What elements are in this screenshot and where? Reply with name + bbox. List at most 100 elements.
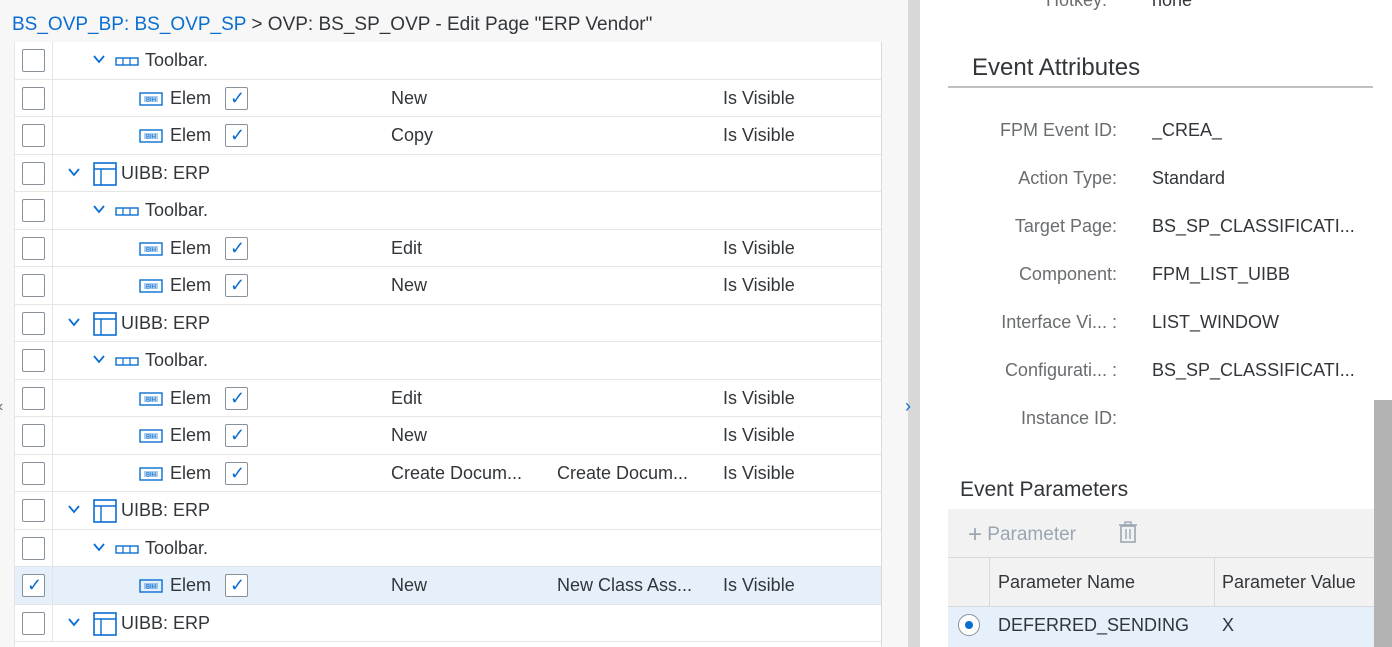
row-select-cell (15, 379, 53, 416)
row-select-cell (15, 604, 53, 641)
tree-row-toolbar[interactable]: Toolbar. (15, 192, 881, 230)
row-checkbox[interactable] (22, 386, 45, 410)
row-checkbox[interactable]: ✓ (22, 574, 45, 597)
left-panel: BS_OVP_BP: BS_OVP_SP > OVP: BS_SP_OVP - … (0, 0, 908, 647)
row-radio-button[interactable] (958, 614, 980, 636)
enabled-checkbox[interactable]: ✓ (225, 424, 248, 447)
visibility-cell: Is Visible (723, 387, 795, 408)
row-checkbox[interactable] (22, 461, 45, 485)
trash-icon[interactable] (1118, 521, 1138, 548)
parameter-table: Parameter Name Parameter Value DEFERRED_… (948, 557, 1392, 647)
row-checkbox[interactable] (22, 611, 45, 635)
enabled-checkbox[interactable]: ✓ (225, 274, 248, 297)
row-checkbox[interactable] (22, 161, 45, 185)
breadcrumb: BS_OVP_BP: BS_OVP_SP > OVP: BS_SP_OVP - … (12, 14, 652, 36)
row-checkbox[interactable] (22, 49, 45, 72)
parameter-toolbar: + Parameter (948, 509, 1392, 557)
tree-row-uibb[interactable]: UIBB: ERP (15, 492, 881, 530)
visibility-cell: Is Visible (723, 125, 795, 145)
element-button-icon: BIH (139, 128, 163, 149)
uibb-table-icon (93, 161, 117, 191)
text-cell: Create Docum... (557, 462, 689, 483)
parameter-table-header: Parameter Name Parameter Value (948, 557, 1392, 607)
tree-row-uibb[interactable]: UIBB: ERP (15, 604, 881, 642)
row-checkbox[interactable] (22, 536, 45, 560)
element-button-icon: BIH (139, 466, 163, 487)
row-select-cell (15, 304, 53, 341)
row-checkbox[interactable] (22, 199, 45, 222)
chevron-down-icon[interactable] (67, 502, 81, 516)
tree-table: Toolbar. BIH Elem ✓ New Is Visible BIH Elem ✓ Cop… (14, 42, 882, 647)
checkmark-icon: ✓ (230, 125, 246, 145)
tree-row-toolbar[interactable]: Toolbar. (15, 529, 881, 567)
breadcrumb-link[interactable]: BS_OVP_BP: BS_OVP_SP (12, 14, 246, 35)
event-cell: Edit (391, 387, 423, 408)
tree-row-element[interactable]: BIH Elem ✓ Create Docum... Create Docum... Is… (15, 454, 881, 492)
element-button-icon: BIH (139, 578, 163, 599)
panel-splitter[interactable] (908, 0, 920, 647)
chevron-down-icon[interactable] (67, 315, 81, 329)
field-label: Interface Vi... : (1001, 312, 1117, 332)
row-checkbox[interactable] (22, 274, 45, 297)
toolbar-icon (115, 355, 139, 373)
chevron-down-icon[interactable] (92, 202, 106, 216)
tree-row-element[interactable]: ✓ BIH Elem ✓ New New Class Ass... Is Visible (15, 567, 881, 605)
row-checkbox[interactable] (22, 124, 45, 147)
tree-row-element[interactable]: BIH Elem ✓ Copy Is Visible (15, 117, 881, 155)
node-label: Elem (170, 275, 212, 295)
tree-row-element[interactable]: BIH Elem ✓ New Is Visible (15, 267, 881, 305)
tree-row-element[interactable]: BIH Elem ✓ New Is Visible (15, 79, 881, 117)
collapse-left-icon[interactable]: ‹ (0, 398, 3, 416)
expand-right-icon[interactable]: › (905, 396, 911, 417)
tree-row-element[interactable]: BIH Elem ✓ Edit Is Visible (15, 379, 881, 417)
checkmark-icon: ✓ (230, 575, 246, 595)
right-panel: Hotkey: none Event Attributes FPM Event … (920, 0, 1392, 647)
toolbar-icon (115, 205, 139, 223)
vertical-scrollbar[interactable] (1374, 400, 1392, 647)
node-label: Elem (170, 425, 212, 445)
enabled-checkbox[interactable]: ✓ (225, 386, 248, 410)
enabled-checkbox[interactable]: ✓ (225, 124, 248, 147)
parameter-row[interactable]: DEFERRED_SENDING X (948, 607, 1392, 647)
tree-row-uibb[interactable]: UIBB: ERP (15, 154, 881, 192)
tree-row-toolbar[interactable]: Toolbar. (15, 342, 881, 380)
row-checkbox[interactable] (22, 349, 45, 372)
chevron-down-icon[interactable] (67, 165, 81, 179)
header-parameter-name[interactable]: Parameter Name (998, 572, 1135, 593)
enabled-checkbox[interactable]: ✓ (225, 86, 248, 110)
tree-row-element[interactable]: BIH Elem ✓ Edit Is Visible (15, 229, 881, 267)
tree-row-toolbar[interactable]: Toolbar. (15, 42, 881, 80)
row-checkbox[interactable] (22, 499, 45, 522)
field-value: _CREA_ (1152, 120, 1223, 140)
tree-row-uibb[interactable]: UIBB: ERP (15, 304, 881, 342)
row-select-cell (15, 229, 53, 266)
element-button-icon: BIH (139, 241, 163, 262)
svg-text:BIH: BIH (146, 397, 156, 403)
field-label: Action Type: (1018, 168, 1117, 188)
row-checkbox[interactable] (22, 424, 45, 447)
enabled-checkbox[interactable]: ✓ (225, 236, 248, 260)
visibility-cell: Is Visible (723, 462, 795, 483)
checkmark-icon: ✓ (230, 237, 246, 258)
node-label: Elem (170, 87, 212, 108)
chevron-down-icon[interactable] (92, 540, 106, 554)
row-checkbox[interactable] (22, 236, 45, 260)
visibility-cell: Is Visible (723, 575, 795, 595)
element-button-icon: BIH (139, 278, 163, 299)
plus-icon: + (968, 521, 983, 548)
visibility-cell: Is Visible (723, 237, 795, 258)
add-parameter-button[interactable]: + Parameter (968, 521, 1076, 549)
header-parameter-value[interactable]: Parameter Value (1222, 572, 1356, 593)
enabled-checkbox[interactable]: ✓ (225, 574, 248, 597)
element-button-icon: BIH (139, 391, 163, 412)
row-select-cell: ✓ (15, 567, 53, 604)
element-button-icon: BIH (139, 91, 163, 112)
row-checkbox[interactable] (22, 311, 45, 335)
uibb-table-icon (93, 499, 117, 528)
tree-row-element[interactable]: BIH Elem ✓ New Is Visible (15, 417, 881, 455)
chevron-down-icon[interactable] (67, 615, 81, 629)
chevron-down-icon[interactable] (92, 352, 106, 366)
enabled-checkbox[interactable]: ✓ (225, 461, 248, 485)
chevron-down-icon[interactable] (92, 52, 106, 66)
row-checkbox[interactable] (22, 86, 45, 110)
